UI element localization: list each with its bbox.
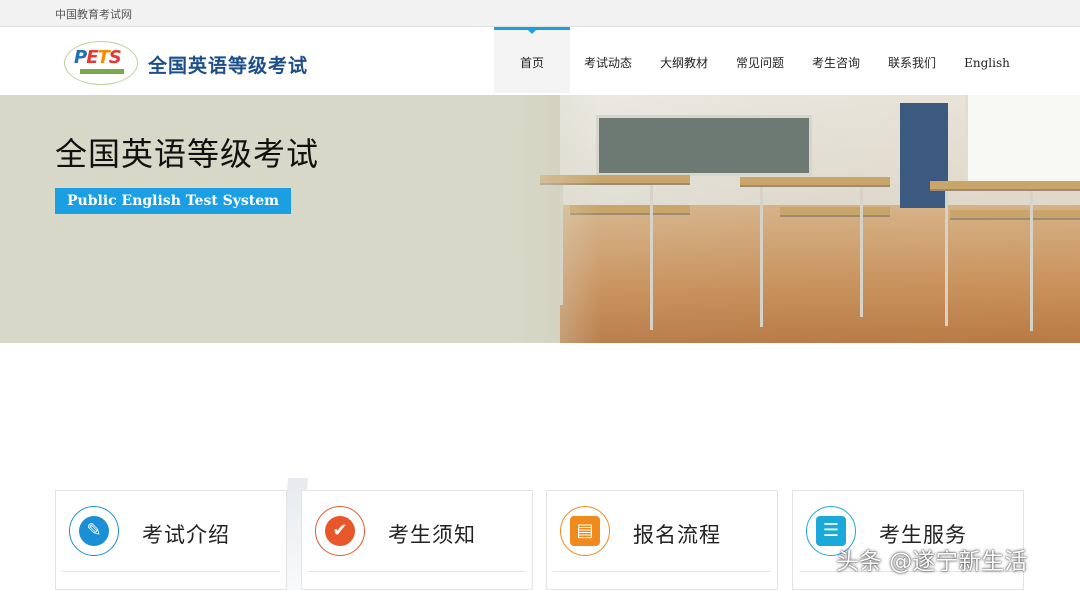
card-divider	[308, 571, 526, 572]
browser-edit-icon: ▤	[560, 506, 610, 556]
hero-banner: 全国英语等级考试 Public English Test System	[0, 95, 1080, 343]
nav-item-label: 联系我们	[887, 56, 936, 70]
document-edit-icon: ✎	[69, 506, 119, 556]
classroom-window	[965, 95, 1080, 185]
chair-leg	[1030, 191, 1033, 331]
active-caret-icon	[527, 29, 537, 34]
hero-title: 全国英语等级考试	[55, 135, 320, 173]
pets-logo[interactable]: PETS	[64, 41, 138, 85]
chair-leg	[650, 185, 653, 330]
site-title[interactable]: 全国英语等级考试	[148, 51, 308, 78]
card-title: 报名流程	[633, 523, 721, 547]
desk	[930, 181, 1080, 191]
card-title: 考试介绍	[142, 523, 230, 547]
nav-item-contact[interactable]: 联系我们	[874, 27, 950, 93]
card-registration-process[interactable]: ▤ 报名流程	[546, 490, 778, 590]
nav-item-label: English	[964, 56, 1010, 70]
nav-item-consult[interactable]: 考生咨询	[798, 27, 874, 93]
card-candidate-notice[interactable]: ✔ 考生须知	[301, 490, 533, 590]
nav-item-label: 大纲教材	[659, 56, 708, 70]
nav-item-home[interactable]: 首页	[494, 27, 570, 93]
nav-item-label: 考生咨询	[811, 56, 860, 70]
nav-item-label: 考试动态	[583, 56, 632, 70]
hero-fade	[480, 95, 600, 343]
nav-item-faq[interactable]: 常见问题	[722, 27, 798, 93]
desk	[950, 210, 1080, 220]
card-title: 考生须知	[388, 523, 476, 547]
logo-subline	[80, 69, 124, 74]
chair-leg	[760, 187, 763, 327]
site-link-neea[interactable]: 中国教育考试网	[55, 6, 132, 22]
nav-item-label: 常见问题	[735, 56, 784, 70]
nav-item-syllabus[interactable]: 大纲教材	[646, 27, 722, 93]
checkmark-icon: ✔	[315, 506, 365, 556]
desk	[780, 207, 890, 217]
nav-item-label: 首页	[519, 56, 544, 70]
watermark: 头条 @遂宁新生活	[836, 549, 1028, 575]
nav-item-english[interactable]: English	[950, 27, 1024, 93]
desk	[740, 177, 890, 187]
classroom-floor	[560, 205, 1080, 343]
top-utility-bar: 中国教育考试网	[0, 0, 1080, 27]
logo-letters: PETS	[74, 47, 122, 68]
chair-leg	[860, 187, 863, 317]
hero-tagline-badge: Public English Test System	[55, 188, 291, 214]
card-exam-intro[interactable]: ✎ 考试介绍	[55, 490, 287, 590]
chair-leg	[945, 191, 948, 326]
card-divider	[62, 571, 280, 572]
blackboard	[596, 115, 812, 176]
site-header: PETS 全国英语等级考试 首页 考试动态 大纲教材 常见问题 考生咨询 联系我…	[0, 27, 1080, 95]
nav-item-exam-news[interactable]: 考试动态	[570, 27, 646, 93]
classroom-door	[900, 103, 948, 208]
card-divider	[553, 571, 771, 572]
